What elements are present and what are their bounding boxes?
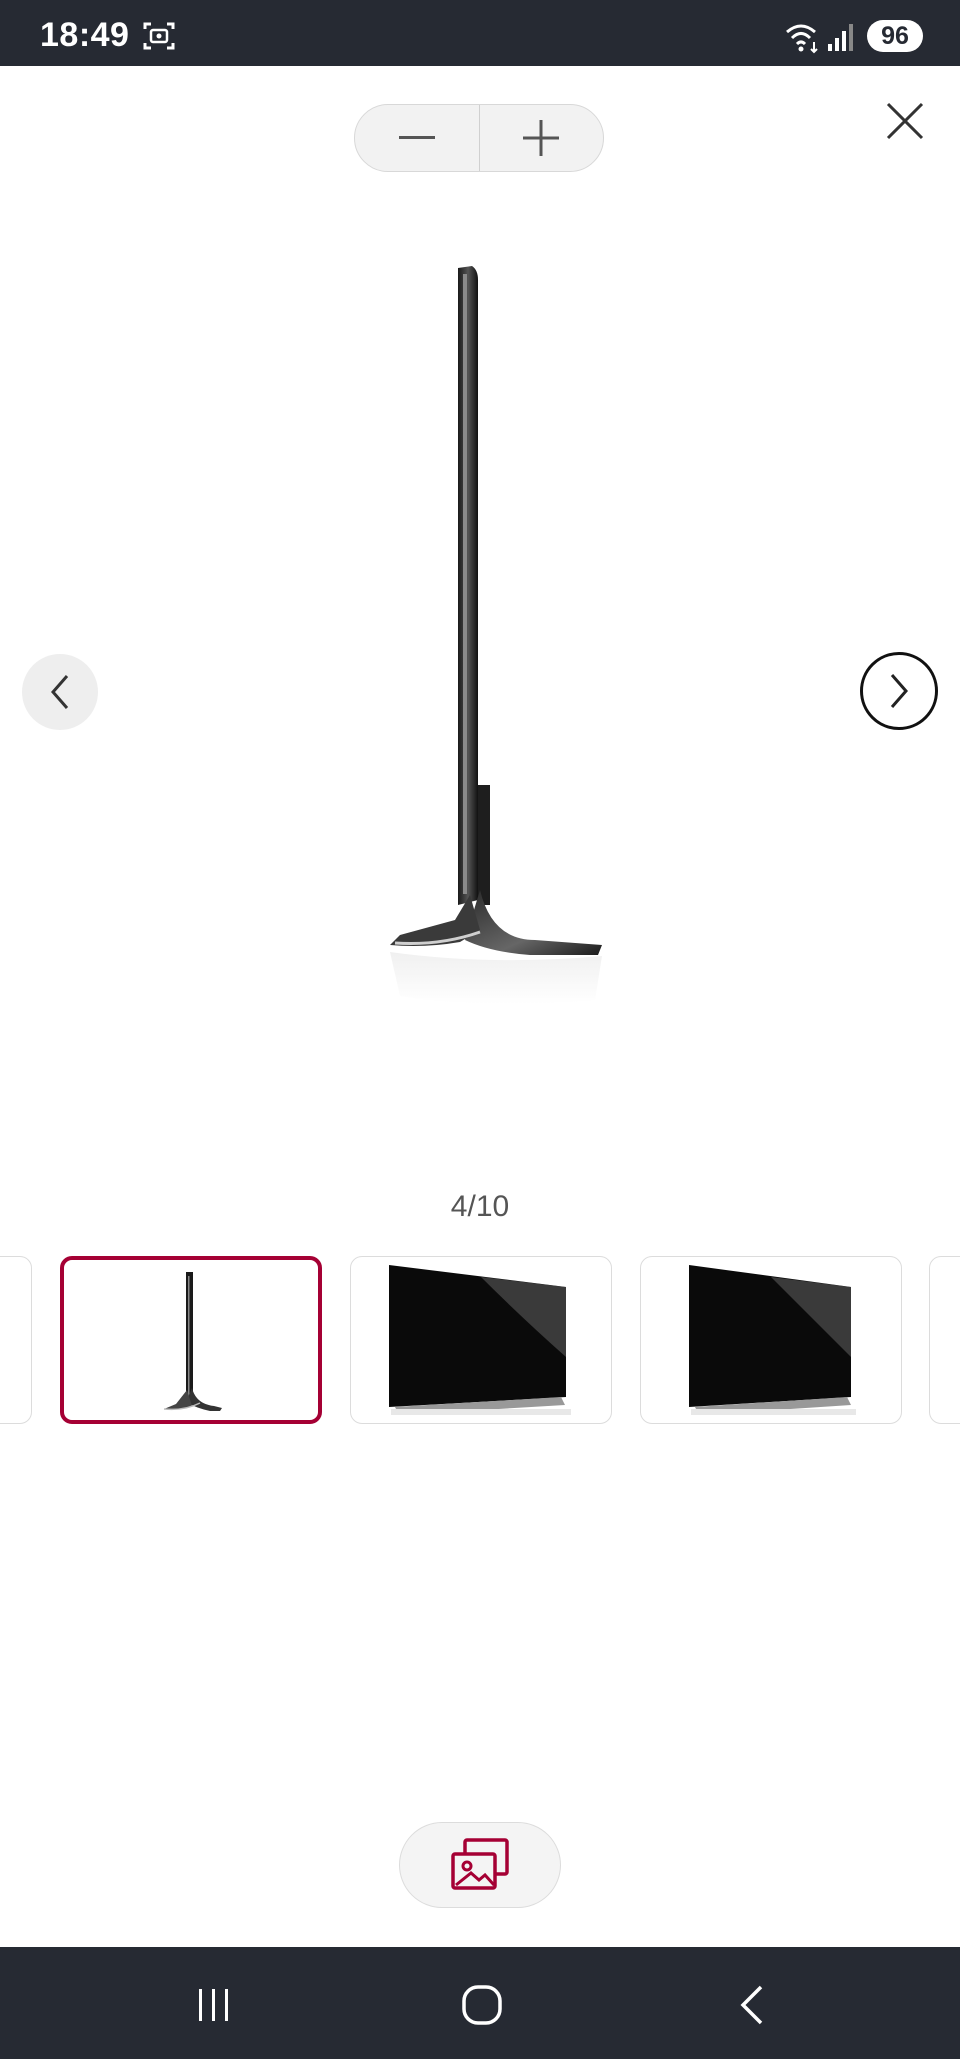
- recent-apps-icon: [199, 1989, 228, 2021]
- system-navigation-bar: [0, 1947, 960, 2059]
- main-product-image: [330, 240, 630, 1020]
- thumbnail-strip[interactable]: [0, 1256, 960, 1426]
- home-button[interactable]: [452, 1977, 512, 2033]
- close-button[interactable]: [880, 96, 930, 146]
- back-button[interactable]: [722, 1977, 782, 2033]
- wifi-icon: [785, 20, 821, 59]
- chevron-right-icon: [890, 674, 908, 708]
- home-icon: [462, 1985, 502, 2025]
- plus-icon: [523, 120, 560, 156]
- thumbnail-item[interactable]: [929, 1256, 960, 1424]
- thumbnail-item-active[interactable]: [60, 1256, 322, 1424]
- gallery-button[interactable]: [399, 1822, 561, 1908]
- chevron-left-icon: [51, 675, 69, 709]
- previous-image-button[interactable]: [22, 654, 98, 730]
- status-bar: 18:49 96: [0, 0, 960, 66]
- signal-icon: [826, 22, 856, 57]
- thumbnail-item[interactable]: [0, 1256, 32, 1424]
- gallery-icon: [451, 1838, 509, 1890]
- screenshot-icon: [142, 20, 176, 57]
- recent-apps-button[interactable]: [184, 1977, 244, 2033]
- image-counter: 4/10: [450, 1190, 510, 1223]
- zoom-control: [354, 104, 604, 172]
- back-icon: [740, 1985, 763, 2025]
- thumbnail-item[interactable]: [350, 1256, 612, 1424]
- close-icon: [886, 102, 924, 140]
- status-time: 18:49: [40, 16, 130, 54]
- thumbnail-item[interactable]: [640, 1256, 902, 1424]
- battery-indicator: 96: [867, 20, 923, 52]
- next-image-button[interactable]: [860, 652, 938, 730]
- minus-icon: [398, 136, 435, 139]
- zoom-in-button[interactable]: [480, 105, 604, 171]
- zoom-out-button[interactable]: [355, 105, 479, 171]
